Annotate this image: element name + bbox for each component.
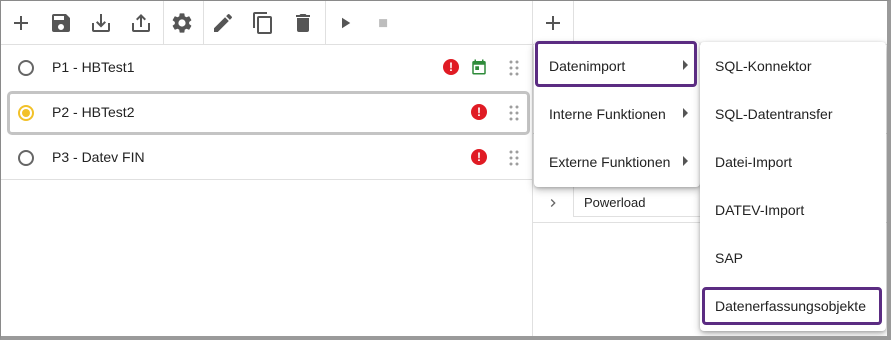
step-toolbar [533, 1, 887, 45]
alert-icon: ! [443, 59, 459, 75]
menu-item-label: Datenimport [549, 58, 626, 74]
list-divider [1, 179, 532, 180]
submenu-item-sql-datentransfer[interactable]: SQL-Datentransfer [700, 90, 886, 138]
delete-icon[interactable] [287, 7, 319, 39]
submenu-item-sap[interactable]: SAP [700, 234, 886, 282]
submenu-item-datev-import[interactable]: DATEV-Import [700, 186, 886, 234]
menu-item-externe-funktionen[interactable]: Externe Funktionen [534, 138, 700, 186]
add-step-icon[interactable] [537, 7, 569, 39]
menu-item-label: Datei-Import [715, 154, 793, 170]
chevron-right-icon[interactable] [545, 195, 561, 211]
submenu-item-datei-import[interactable]: Datei-Import [700, 138, 886, 186]
process-label: P1 - HBTest1 [52, 59, 135, 75]
datenimport-submenu: SQL-Konnektor SQL-Datentransfer Datei-Im… [700, 42, 886, 331]
process-toolbar [1, 1, 532, 45]
submenu-item-sql-konnektor[interactable]: SQL-Konnektor [700, 42, 886, 90]
submenu-item-datenerfassungsobjekte[interactable]: Datenerfassungsobjekte [700, 282, 886, 330]
process-label: P2 - HBTest2 [52, 104, 135, 120]
submenu-arrow-icon [683, 156, 688, 166]
menu-item-label: DATEV-Import [715, 202, 805, 218]
download-icon[interactable] [85, 7, 117, 39]
radio-button-selected[interactable] [18, 105, 34, 121]
menu-item-datenimport[interactable]: Datenimport [534, 42, 700, 90]
alert-icon: ! [471, 149, 487, 165]
drag-handle-icon[interactable] [508, 104, 520, 122]
menu-item-interne-funktionen[interactable]: Interne Funktionen [534, 90, 700, 138]
process-row-p2[interactable]: P2 - HBTest2 ! [1, 90, 532, 135]
gear-icon[interactable] [166, 7, 198, 39]
menu-item-label: SQL-Konnektor [715, 58, 812, 74]
process-row-p1[interactable]: P1 - HBTest1 ! [1, 45, 532, 90]
calendar-icon [470, 58, 488, 76]
upload-icon[interactable] [125, 7, 157, 39]
radio-button[interactable] [18, 60, 34, 76]
menu-item-label: SAP [715, 250, 744, 266]
process-list-panel: P1 - HBTest1 ! P2 - HBTest2 ! P3 - Datev… [1, 1, 533, 336]
play-icon[interactable] [329, 7, 361, 39]
add-icon[interactable] [5, 7, 37, 39]
drag-handle-icon[interactable] [508, 149, 520, 167]
submenu-arrow-icon [683, 60, 688, 70]
edit-icon[interactable] [207, 7, 239, 39]
stop-icon [367, 7, 399, 39]
submenu-arrow-icon [683, 108, 688, 118]
process-row-p3[interactable]: P3 - Datev FIN ! [1, 135, 532, 180]
drag-handle-icon[interactable] [508, 59, 520, 77]
step-field-value: Powerload [584, 195, 646, 210]
menu-item-label: Externe Funktionen [549, 154, 671, 170]
menu-item-label: SQL-Datentransfer [715, 106, 833, 122]
radio-button[interactable] [18, 150, 34, 166]
menu-item-label: Datenerfassungsobjekte [715, 298, 866, 314]
save-icon[interactable] [45, 7, 77, 39]
process-label: P3 - Datev FIN [52, 149, 145, 165]
alert-icon: ! [471, 104, 487, 120]
copy-icon[interactable] [247, 7, 279, 39]
menu-item-label: Interne Funktionen [549, 106, 666, 122]
add-step-menu: Datenimport Interne Funktionen Externe F… [534, 42, 700, 187]
